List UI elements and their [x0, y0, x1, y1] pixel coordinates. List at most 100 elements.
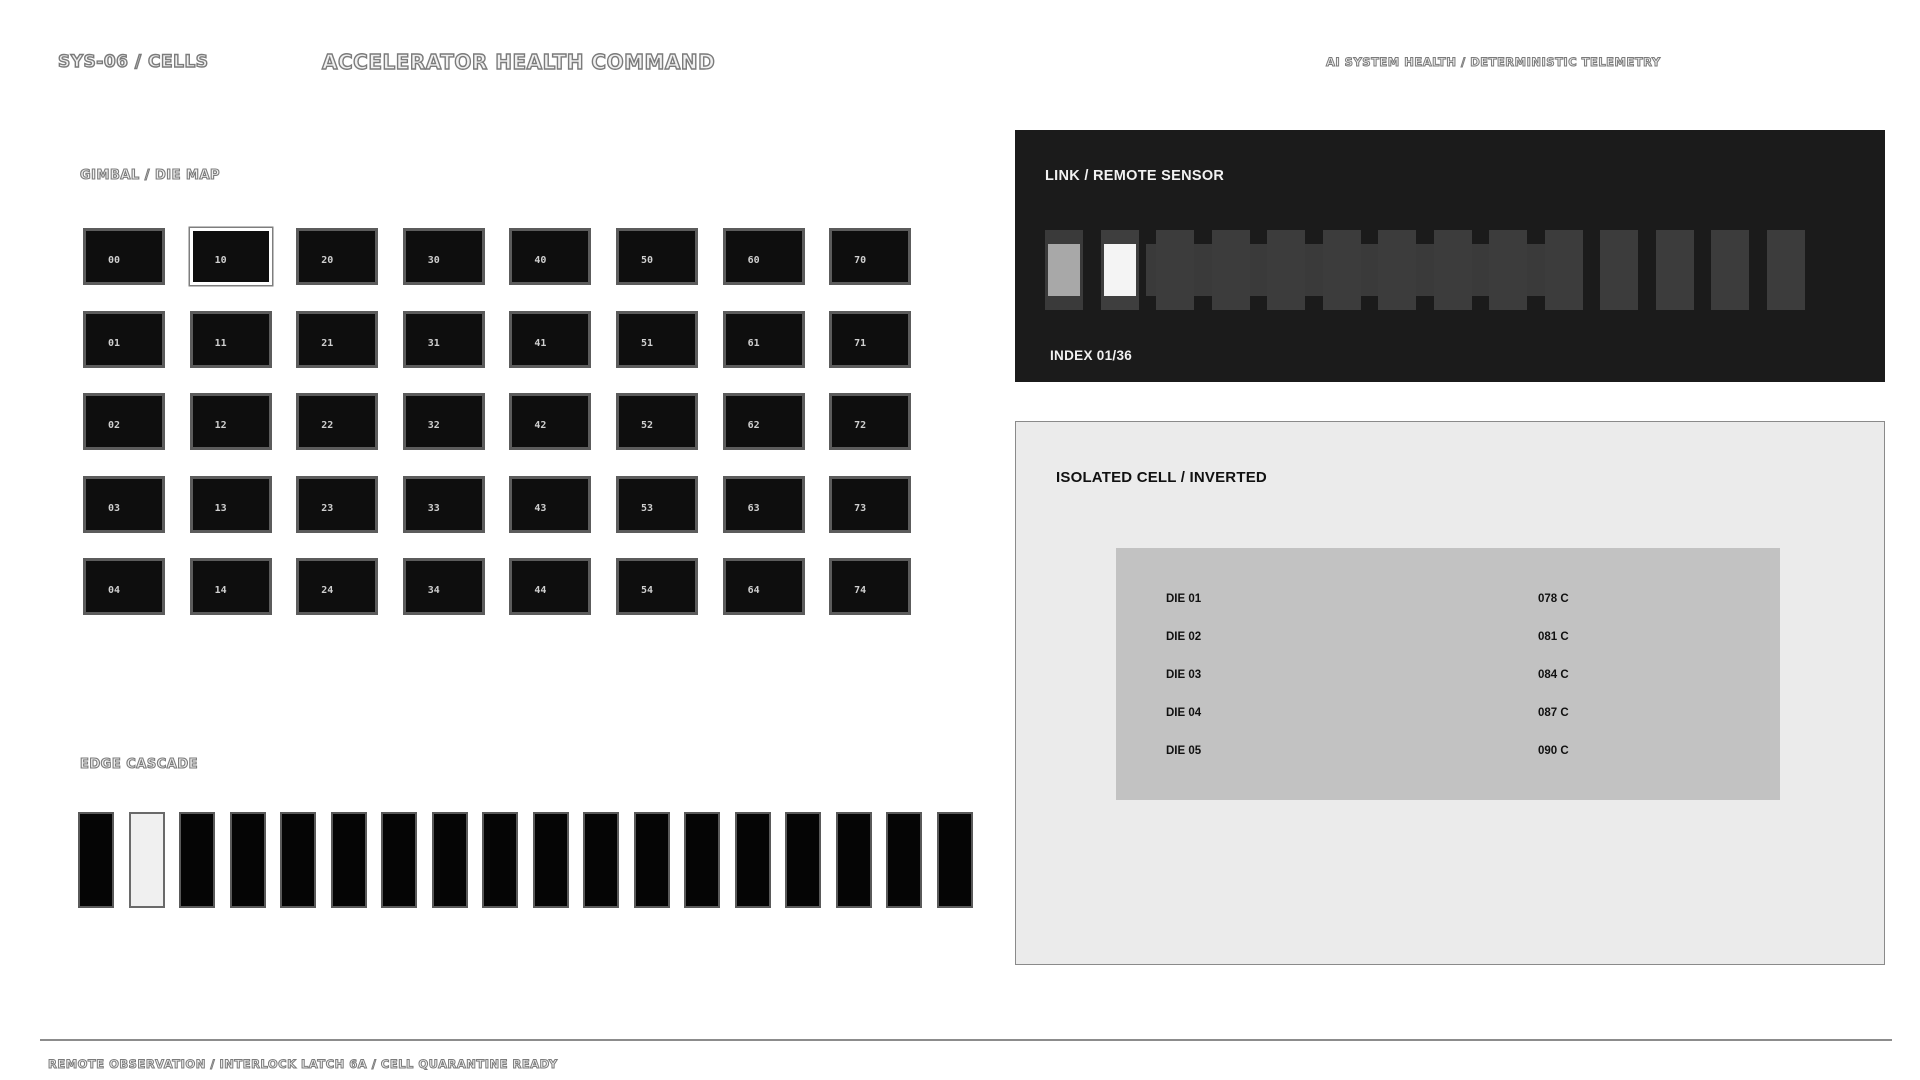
sensor-segment[interactable]	[1156, 230, 1194, 310]
cascade-bar[interactable]	[229, 812, 266, 908]
die-cell-03[interactable]: 03	[83, 475, 165, 533]
die-cell-label: 51	[640, 337, 654, 349]
die-cell-52[interactable]: 52	[615, 393, 698, 450]
cascade-bar[interactable]	[583, 812, 619, 908]
die-cell-24[interactable]: 24	[296, 558, 379, 615]
sensor-segment[interactable]	[1100, 230, 1139, 310]
die-temperature: 087 C	[1538, 707, 1569, 719]
die-cell-53[interactable]: 53	[615, 475, 698, 533]
cascade-bar[interactable]	[280, 812, 316, 908]
die-row: DIE 02 081 C	[1166, 631, 1766, 647]
die-cell-label: 14	[214, 585, 227, 596]
cascade-bar[interactable]	[532, 812, 569, 908]
sensor-segment[interactable]	[1489, 230, 1527, 310]
die-cell-30[interactable]: 30	[402, 228, 485, 285]
die-cell-label: 60	[747, 255, 760, 266]
die-cell-00[interactable]: 00	[83, 228, 165, 285]
die-cell-42[interactable]: 42	[509, 393, 592, 450]
die-cell-01[interactable]: 01	[83, 310, 165, 368]
die-cell-70[interactable]: 70	[829, 228, 912, 285]
die-cell-41[interactable]: 41	[509, 310, 592, 368]
die-cell-63[interactable]: 63	[722, 475, 805, 533]
die-cell-label: 70	[854, 255, 867, 266]
link-panel-title: LINK / REMOTE SENSOR	[1045, 168, 1225, 184]
isolated-cell-title: ISOLATED CELL / INVERTED	[1056, 469, 1267, 486]
link-index-readout: INDEX 01/36	[1050, 348, 1133, 363]
die-cell-23[interactable]: 23	[296, 475, 379, 533]
die-cell-51[interactable]: 51	[615, 310, 698, 368]
footer-divider	[40, 1039, 1892, 1041]
die-cell-label: 40	[534, 255, 547, 266]
cascade-bar[interactable]	[381, 812, 417, 908]
die-row: DIE 05 090 C	[1166, 745, 1766, 761]
cascade-bar[interactable]	[330, 812, 367, 908]
die-cell-label: 71	[854, 337, 867, 349]
sensor-segment[interactable]	[1433, 230, 1472, 310]
cascade-bar[interactable]	[633, 812, 670, 908]
cascade-bar[interactable]	[734, 812, 771, 908]
die-cell-label: 04	[108, 585, 121, 596]
cascade-bar[interactable]	[128, 812, 165, 908]
die-cell-43[interactable]: 43	[509, 475, 592, 533]
die-cell-71[interactable]: 71	[829, 310, 912, 368]
sensor-segment[interactable]	[1045, 230, 1083, 310]
die-cell-34[interactable]: 34	[402, 558, 485, 615]
die-cell-40[interactable]: 40	[509, 228, 592, 285]
sensor-segment[interactable]	[1378, 230, 1416, 310]
cascade-bar[interactable]	[482, 812, 518, 908]
sensor-segment[interactable]	[1267, 230, 1305, 310]
die-cell-12[interactable]: 12	[189, 393, 272, 450]
cascade-bar[interactable]	[886, 812, 922, 908]
die-cell-60[interactable]: 60	[722, 228, 805, 285]
cascade-bar[interactable]	[936, 812, 973, 908]
die-cell-62[interactable]: 62	[722, 393, 805, 450]
die-cell-44[interactable]: 44	[509, 558, 592, 615]
gimbal-die-grid: 00 10 20 30 40 50 60 70 01 11 21 31 41 51 61 71 02 12 22 32…	[83, 228, 912, 615]
die-cell-label: 43	[534, 502, 547, 514]
cascade-bar[interactable]	[835, 812, 872, 908]
cascade-bar[interactable]	[431, 812, 468, 908]
sensor-segment[interactable]	[1544, 230, 1583, 310]
sensor-strip	[1045, 230, 1835, 310]
die-cell-label: 34	[427, 585, 440, 596]
die-cell-50[interactable]: 50	[615, 228, 698, 285]
die-cell-32[interactable]: 32	[402, 393, 485, 450]
die-cell-label: 22	[321, 420, 334, 431]
die-cell-21[interactable]: 21	[296, 310, 379, 368]
die-cell-11[interactable]: 11	[189, 310, 272, 368]
die-cell-61[interactable]: 61	[722, 310, 805, 368]
die-cell-02[interactable]: 02	[83, 393, 165, 450]
die-cell-64[interactable]: 64	[722, 558, 805, 615]
die-cell-54[interactable]: 54	[615, 558, 698, 615]
sensor-segment[interactable]	[1766, 230, 1805, 310]
sensor-segment[interactable]	[1211, 230, 1250, 310]
die-cell-label: 20	[321, 255, 334, 266]
die-cell-13[interactable]: 13	[189, 475, 272, 533]
die-cell-31[interactable]: 31	[402, 310, 485, 368]
die-temperature: 084 C	[1538, 669, 1569, 681]
die-cell-20[interactable]: 20	[296, 228, 379, 285]
cascade-bar[interactable]	[78, 812, 114, 908]
die-temperature: 078 C	[1538, 593, 1569, 605]
sensor-segment[interactable]	[1322, 230, 1361, 310]
sensor-segment[interactable]	[1655, 230, 1694, 310]
die-cell-label: 44	[534, 585, 547, 596]
die-cell-33[interactable]: 33	[402, 475, 485, 533]
die-cell-04[interactable]: 04	[83, 558, 165, 615]
cascade-bar[interactable]	[684, 812, 720, 908]
sensor-segment[interactable]	[1600, 230, 1638, 310]
sensor-segment[interactable]	[1711, 230, 1749, 310]
cascade-bar[interactable]	[179, 812, 215, 908]
die-cell-74[interactable]: 74	[829, 558, 912, 615]
die-name: DIE 01	[1166, 593, 1202, 605]
die-cell-14[interactable]: 14	[189, 558, 272, 615]
die-name: DIE 04	[1166, 707, 1202, 719]
die-cell-label: 74	[854, 585, 867, 596]
die-cell-10[interactable]: 10	[189, 228, 272, 285]
cascade-bar[interactable]	[785, 812, 821, 908]
die-cell-73[interactable]: 73	[829, 475, 912, 533]
die-cell-72[interactable]: 72	[829, 393, 912, 450]
die-cell-22[interactable]: 22	[296, 393, 379, 450]
die-row: DIE 01 078 C	[1166, 593, 1766, 609]
die-cell-label: 30	[427, 255, 440, 266]
